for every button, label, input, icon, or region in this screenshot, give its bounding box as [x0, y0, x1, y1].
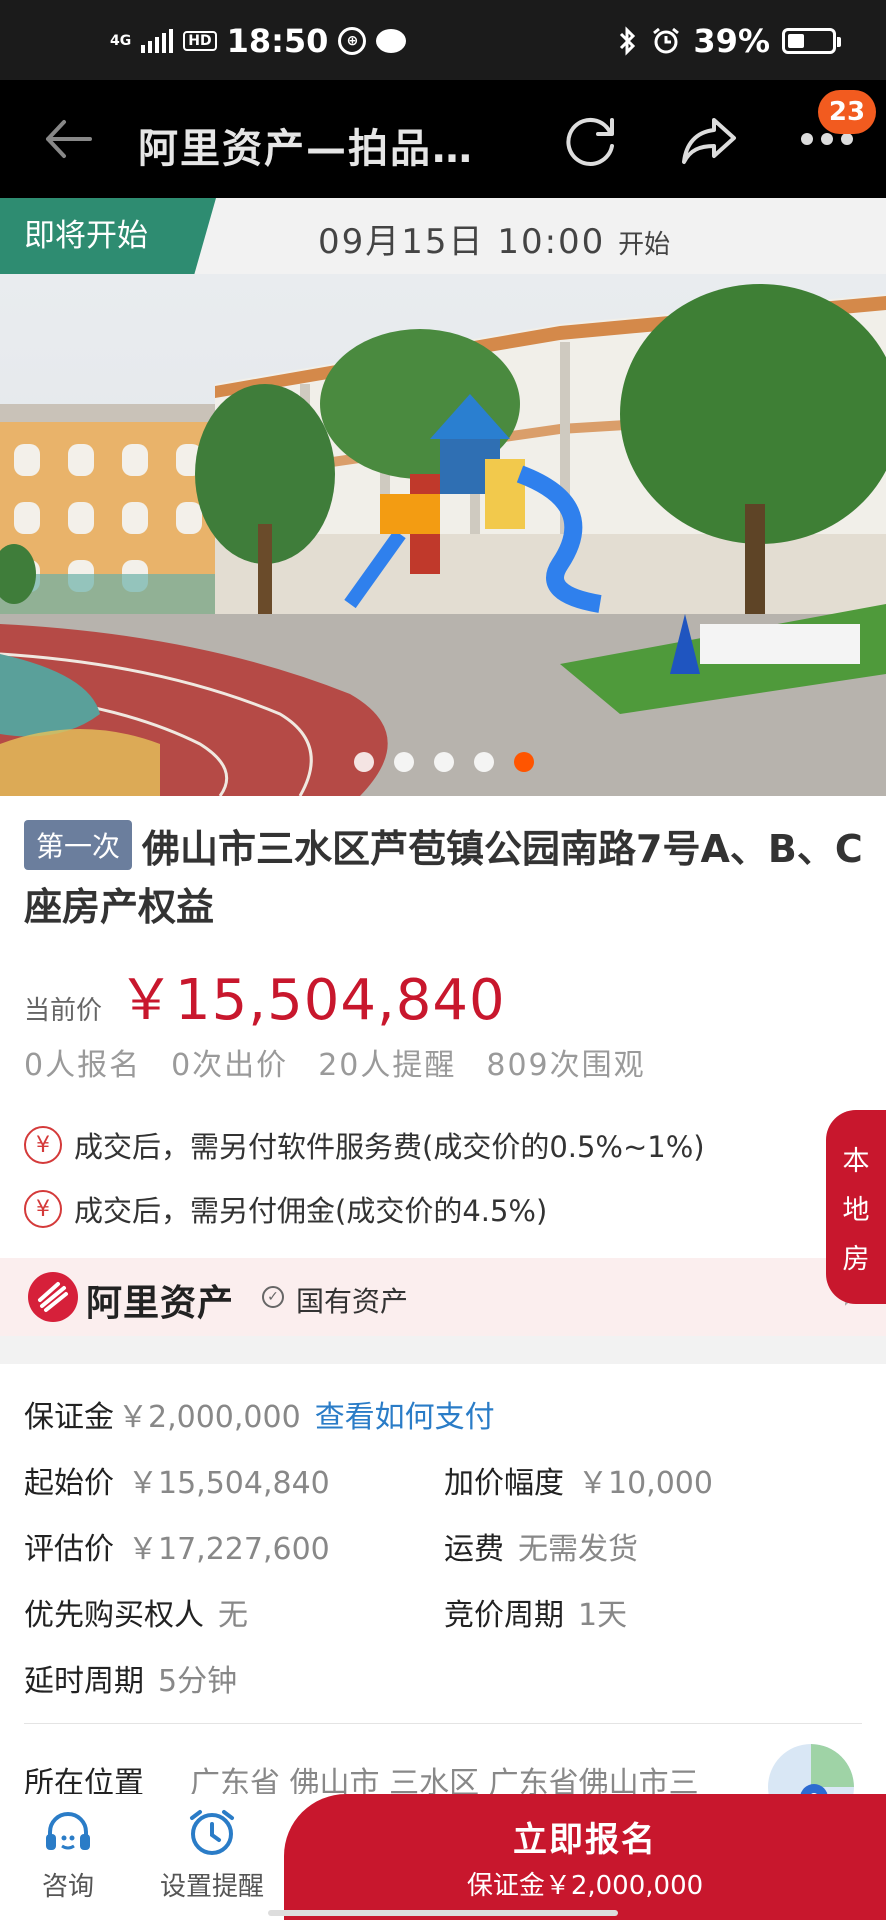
state-owned-tag: 国有资产: [296, 1285, 409, 1318]
cycle-value: 1天: [578, 1598, 628, 1633]
clock: 18:50: [226, 22, 329, 60]
alarm-icon: [653, 27, 680, 54]
yuan-icon: ¥: [24, 1126, 62, 1164]
shipping-row: 运费 无需发货: [444, 1524, 638, 1568]
side-tab-char: 房: [842, 1243, 870, 1275]
carousel-dot[interactable]: [474, 752, 494, 772]
carousel-dot[interactable]: [394, 752, 414, 772]
ali-assets-logo: [28, 1272, 78, 1322]
section-gap: [0, 1336, 886, 1364]
message-icon: [376, 29, 407, 53]
carousel-dots: [354, 752, 534, 772]
status-bar: 4G HD 18:50 ⊕ 39%: [0, 0, 886, 80]
battery-percent: 39%: [693, 22, 770, 60]
stat-views: 809次围观: [486, 1048, 646, 1083]
start-price-label: 起始价: [24, 1466, 114, 1501]
page-title: 阿里资产—拍品…: [138, 126, 474, 172]
bluetooth-icon: [620, 26, 636, 56]
apply-now-button[interactable]: 立即报名 保证金￥2,000,000: [284, 1794, 886, 1920]
signal-icon: [141, 29, 174, 53]
delay-label: 延时周期: [24, 1664, 144, 1699]
deposit-label: 保证金: [24, 1400, 114, 1435]
stat-reminders: 20人提醒: [318, 1048, 457, 1083]
carousel-dot[interactable]: [354, 752, 374, 772]
headset-icon: [46, 1812, 90, 1850]
increment-value: ￥10,000: [578, 1466, 713, 1501]
start-time-value: 09月15日 10:00: [318, 222, 606, 262]
stat-signups: 0人报名: [24, 1048, 142, 1083]
cycle-label: 竞价周期: [444, 1598, 564, 1633]
battery-icon: [782, 28, 841, 54]
auction-stats: 0人报名 0次出价 20人提醒 809次围观: [24, 1040, 646, 1084]
increment-label: 加价幅度: [444, 1466, 564, 1501]
consult-button[interactable]: 咨询: [40, 1808, 96, 1903]
delay-value: 5分钟: [158, 1664, 238, 1699]
auction-round-tag: 第一次: [24, 820, 133, 870]
side-tab-char: 本: [842, 1145, 870, 1177]
carousel-dot-active[interactable]: [514, 752, 534, 772]
item-photo[interactable]: [0, 274, 886, 796]
current-price: 当前价 ￥15,504,840: [24, 955, 506, 1036]
divider: [24, 1723, 862, 1724]
priority-row: 优先购买权人无: [24, 1590, 248, 1634]
carousel-dot[interactable]: [434, 752, 454, 772]
fee-notice-service: ¥ 成交后，需另付软件服务费(成交价的0.5%~1%): [24, 1124, 705, 1166]
nav-bar: 阿里资产—拍品… 23: [0, 80, 886, 198]
start-time: 09月15日 10:00 开始: [318, 214, 670, 263]
fee-notice-commission: ¥ 成交后，需另付佣金(成交价的4.5%): [24, 1188, 547, 1230]
start-price-value: ￥15,504,840: [128, 1466, 330, 1501]
appraisal-label: 评估价: [24, 1532, 114, 1567]
item-title-block: 第一次 佛山市三水区芦苞镇公园南路7号A、B、C座房产权益: [24, 820, 864, 936]
notification-badge: 23: [818, 90, 876, 134]
status-right: 39%: [617, 22, 841, 60]
status-tag: 即将开始: [0, 198, 216, 274]
refresh-icon[interactable]: [562, 112, 620, 170]
yuan-icon: ¥: [24, 1190, 62, 1228]
deposit-value: ￥2,000,000: [118, 1400, 301, 1435]
nfc-icon: ⊕: [338, 27, 367, 55]
stat-bids: 0次出价: [171, 1048, 289, 1083]
set-reminder-button[interactable]: 设置提醒: [160, 1808, 264, 1903]
auction-status-bar: 即将开始 09月15日 10:00 开始: [0, 198, 886, 274]
consult-label: 咨询: [41, 1872, 94, 1902]
status-left: 4G HD 18:50 ⊕: [110, 22, 407, 60]
how-to-pay-link[interactable]: 查看如何支付: [315, 1400, 495, 1435]
price-value: ￥15,504,840: [118, 968, 506, 1033]
side-tab-char: 地: [842, 1194, 870, 1226]
apply-label: 立即报名: [513, 1820, 657, 1860]
reminder-label: 设置提醒: [160, 1872, 265, 1902]
more-icon[interactable]: [800, 132, 854, 146]
bottom-action-bar: 咨询 设置提醒 立即报名 保证金￥2,000,000: [0, 1794, 886, 1920]
delay-row: 延时周期 5分钟: [24, 1656, 237, 1700]
priority-label: 优先购买权人: [24, 1598, 204, 1633]
shipping-value: 无需发货: [518, 1532, 638, 1567]
back-arrow-icon[interactable]: [40, 114, 94, 164]
appraisal-row: 评估价 ￥17,227,600: [24, 1524, 330, 1568]
apply-deposit: 保证金￥2,000,000: [466, 1871, 704, 1901]
org-name: 阿里资产: [86, 1283, 235, 1324]
hd-icon: HD: [183, 31, 217, 51]
school-building-image: [0, 274, 886, 796]
seller-org-bar[interactable]: 阿里资产 ✓ 国有资产 ›: [0, 1258, 886, 1336]
priority-value: 无: [218, 1598, 248, 1633]
alarm-clock-icon: [190, 1810, 234, 1855]
increment-row: 加价幅度 ￥10,000: [444, 1458, 713, 1502]
item-title: 佛山市三水区芦苞镇公园南路7号A、B、C座房产权益: [24, 827, 863, 929]
network-type: 4G: [110, 33, 132, 49]
shipping-label: 运费: [444, 1532, 504, 1567]
cycle-row: 竞价周期 1天: [444, 1590, 627, 1634]
deposit-row: 保证金 ￥2,000,000 查看如何支付: [24, 1392, 495, 1436]
start-time-suffix: 开始: [618, 230, 671, 260]
price-label: 当前价: [24, 996, 103, 1026]
fee-text: 成交后，需另付佣金(成交价的4.5%): [74, 1194, 548, 1228]
local-property-tab[interactable]: 本 地 房: [826, 1110, 886, 1304]
appraisal-value: ￥17,227,600: [128, 1532, 330, 1567]
check-circle-icon: ✓: [262, 1286, 284, 1308]
share-icon[interactable]: [680, 114, 738, 166]
start-price-row: 起始价 ￥15,504,840: [24, 1458, 330, 1502]
fee-text: 成交后，需另付软件服务费(成交价的0.5%~1%): [74, 1130, 705, 1164]
home-indicator: [268, 1910, 618, 1916]
